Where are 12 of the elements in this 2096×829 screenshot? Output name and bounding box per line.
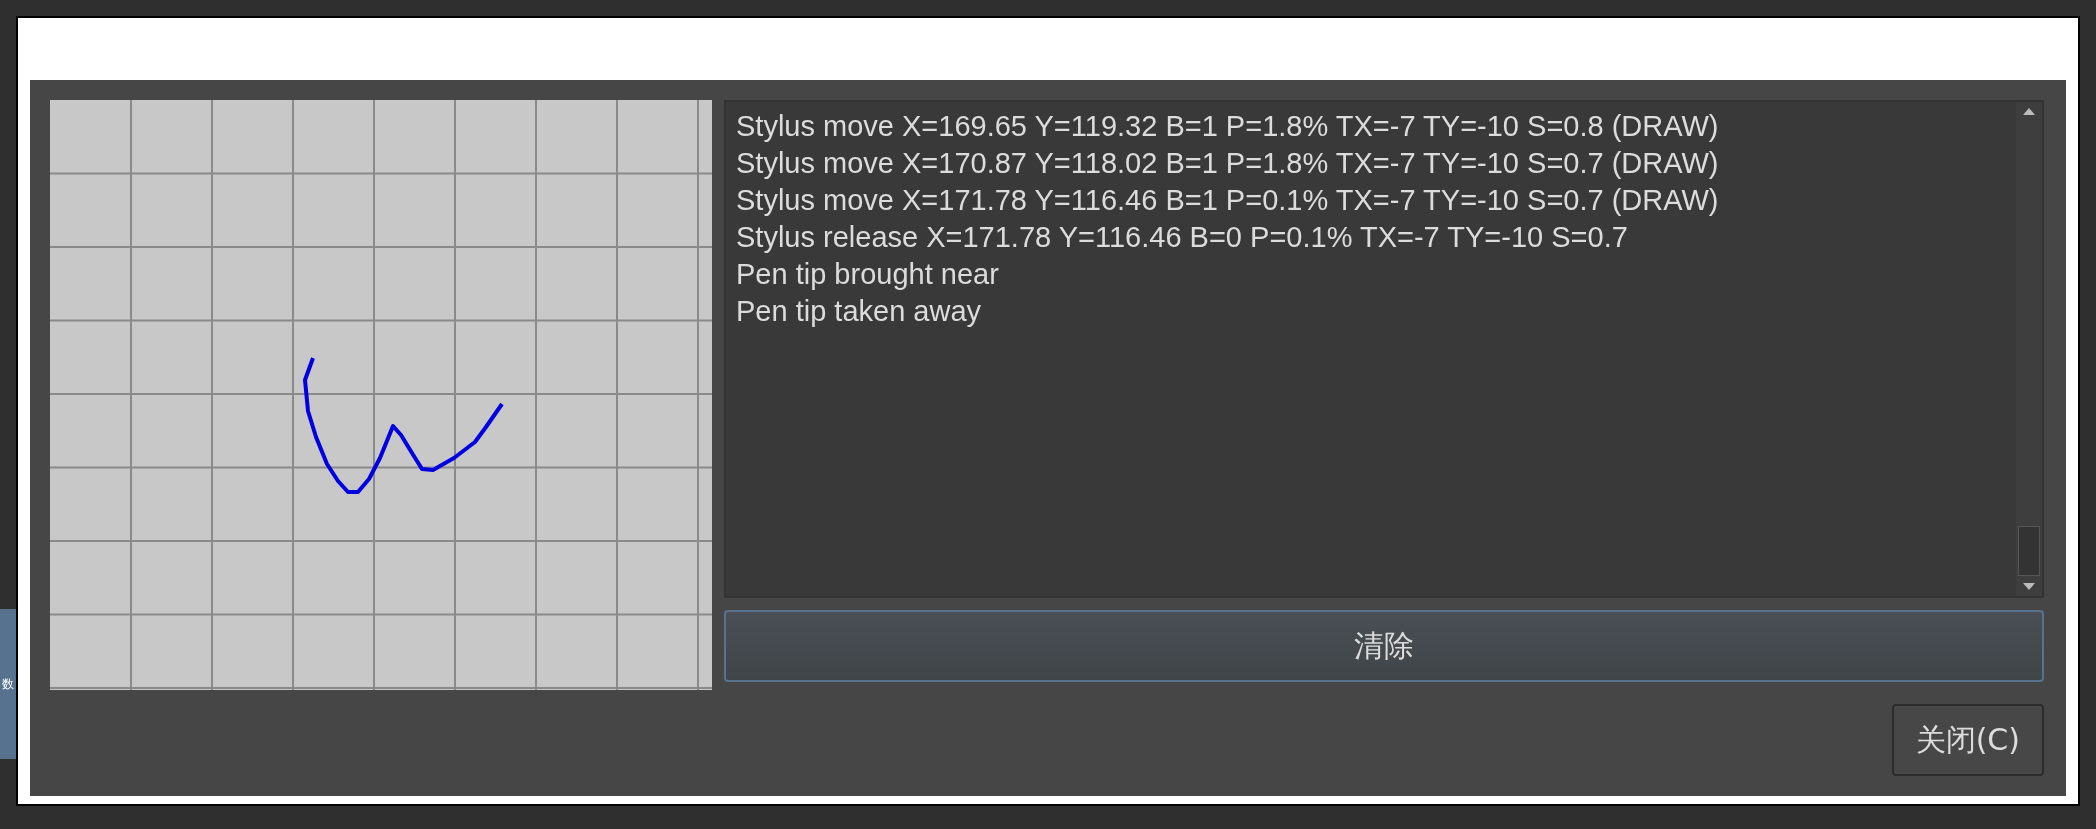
log-entry: Pen tip brought near — [736, 257, 1000, 292]
log-entry: Stylus release X=171.78 Y=116.46 B=0 P=0.1% TX=-7 TY=-10 S=0.7 — [736, 220, 1629, 255]
log-entry: Stylus move X=170.87 Y=118.02 B=1 P=1.8% TX=-7 TY=-10 S=0.7 (DRAW) — [736, 146, 1720, 181]
close-button[interactable]: 关闭(C) — [1891, 704, 2044, 776]
side-tab[interactable]: 数 — [0, 609, 16, 759]
log-entry: Pen tip taken away — [736, 294, 983, 329]
drawing-canvas[interactable] — [50, 100, 712, 690]
clear-button[interactable]: 清除 — [724, 610, 2044, 682]
scroll-thumb[interactable] — [2018, 526, 2040, 576]
scrollbar[interactable] — [2016, 102, 2042, 596]
log-entry: Stylus move X=169.65 Y=119.32 B=1 P=1.8% TX=-7 TY=-10 S=0.8 (DRAW) — [736, 109, 1720, 144]
log-entry: Stylus move X=171.78 Y=116.46 B=1 P=0.1% TX=-7 TY=-10 S=0.7 (DRAW) — [736, 183, 1720, 218]
